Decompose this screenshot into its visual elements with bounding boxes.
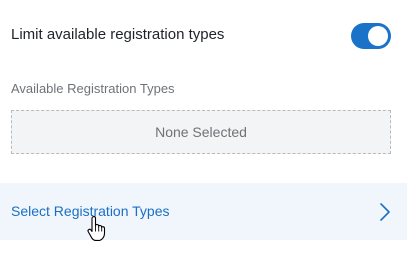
limit-registration-types-row: Limit available registration types [0,0,407,72]
available-registration-types-label: Available Registration Types [11,81,175,96]
limit-registration-types-label: Limit available registration types [11,26,225,43]
select-registration-types-button[interactable]: Select Registration Types [0,183,407,240]
none-selected-text: None Selected [155,124,247,140]
toggle-knob [368,26,388,46]
chevron-right-icon [378,203,392,221]
available-registration-types-empty-box: None Selected [11,110,391,154]
select-registration-types-label: Select Registration Types [11,203,170,219]
limit-registration-types-toggle[interactable] [351,23,391,49]
